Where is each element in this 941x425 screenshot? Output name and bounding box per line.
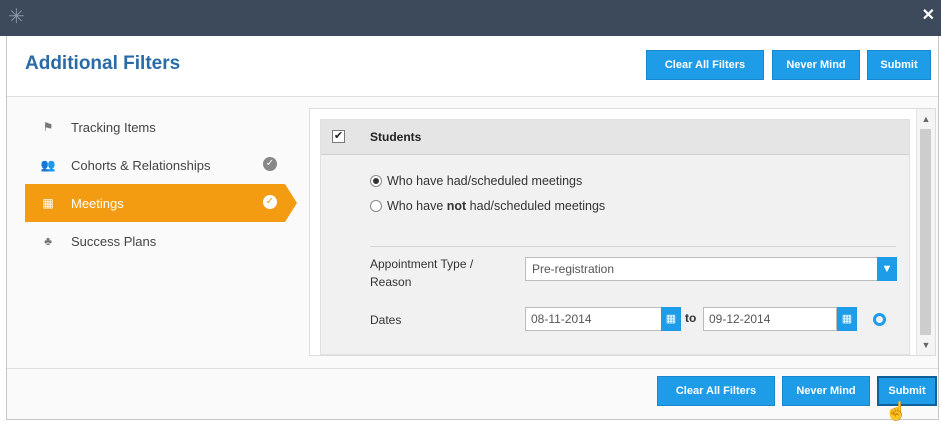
never-mind-button-top[interactable]: Never Mind [772, 50, 860, 80]
students-checkbox[interactable]: ✔ [332, 130, 345, 143]
radio-label: Who have had/scheduled meetings [387, 174, 583, 188]
calendar-icon: ▦ [42, 196, 54, 210]
students-label: Students [370, 130, 422, 144]
clear-all-filters-button-top[interactable]: Clear All Filters [646, 50, 764, 80]
chevron-down-icon[interactable]: ▼ [877, 257, 897, 281]
radio-button[interactable] [370, 175, 382, 187]
radio-not-had-meetings[interactable]: Who have not had/scheduled meetings [370, 199, 605, 213]
sidebar-item-label: Success Plans [71, 233, 157, 249]
clear-dates-icon[interactable] [873, 313, 886, 326]
sidebar-item-label: Meetings [71, 195, 124, 211]
scroll-down-icon[interactable]: ▼ [917, 337, 935, 353]
students-section: ✔ Students Who have had/scheduled meetin… [320, 119, 910, 355]
sidebar-item-label: Cohorts & Relationships [71, 157, 211, 173]
dates-label: Dates [370, 313, 402, 327]
sidebar-item-meetings[interactable]: ▦ Meetings ✓ [25, 184, 297, 222]
submit-button-top[interactable]: Submit [867, 50, 931, 80]
flag-icon: ⚑ [42, 120, 54, 134]
date-to-input[interactable]: 09-12-2014 [703, 307, 837, 331]
radio-button[interactable] [370, 200, 382, 212]
clear-all-filters-button-bottom[interactable]: Clear All Filters [657, 376, 775, 406]
hierarchy-icon: ♣ [44, 234, 52, 248]
filter-sidebar: ⚑ Tracking Items 👥 Cohorts & Relationshi… [25, 108, 305, 260]
scroll-up-icon[interactable]: ▲ [917, 111, 935, 127]
sidebar-item-label: Tracking Items [71, 119, 156, 135]
check-circle-icon: ✓ [263, 157, 277, 171]
filters-dialog: Additional Filters Clear All Filters Nev… [6, 36, 939, 420]
page-title: Additional Filters [25, 53, 181, 74]
panel-scrollbar[interactable]: ▲ ▼ [916, 109, 935, 355]
students-header: ✔ Students [321, 120, 909, 155]
date-to-label: to [685, 311, 697, 325]
appointment-type-label: Appointment Type / Reason [370, 257, 474, 289]
scroll-thumb[interactable] [920, 129, 931, 335]
date-from-input[interactable]: 08-11-2014 [525, 307, 663, 331]
app-logo-icon: ✳ [8, 6, 25, 28]
people-icon: 👥 [40, 158, 56, 172]
hand-cursor-icon: ☝ [885, 401, 908, 421]
divider [370, 246, 896, 247]
sidebar-item-success-plans[interactable]: ♣ Success Plans [25, 222, 305, 260]
window-titlebar: ✳ ✕ [0, 0, 941, 36]
radio-label: Who have not had/scheduled meetings [387, 199, 606, 213]
sidebar-item-cohorts[interactable]: 👥 Cohorts & Relationships ✓ [25, 146, 305, 184]
dialog-header: Additional Filters Clear All Filters Nev… [7, 36, 938, 97]
close-icon[interactable]: ✕ [922, 6, 935, 26]
calendar-icon[interactable]: ▦ [661, 307, 681, 331]
filter-panel: ✔ Students Who have had/scheduled meetin… [309, 108, 936, 356]
footer-divider [7, 368, 938, 369]
check-circle-icon: ✓ [263, 195, 277, 209]
radio-had-meetings[interactable]: Who have had/scheduled meetings [370, 174, 582, 188]
sidebar-item-tracking-items[interactable]: ⚑ Tracking Items [25, 108, 305, 146]
calendar-icon[interactable]: ▦ [837, 307, 857, 331]
appointment-type-select[interactable]: Pre-registration ▼ [525, 257, 897, 281]
never-mind-button-bottom[interactable]: Never Mind [782, 376, 870, 406]
